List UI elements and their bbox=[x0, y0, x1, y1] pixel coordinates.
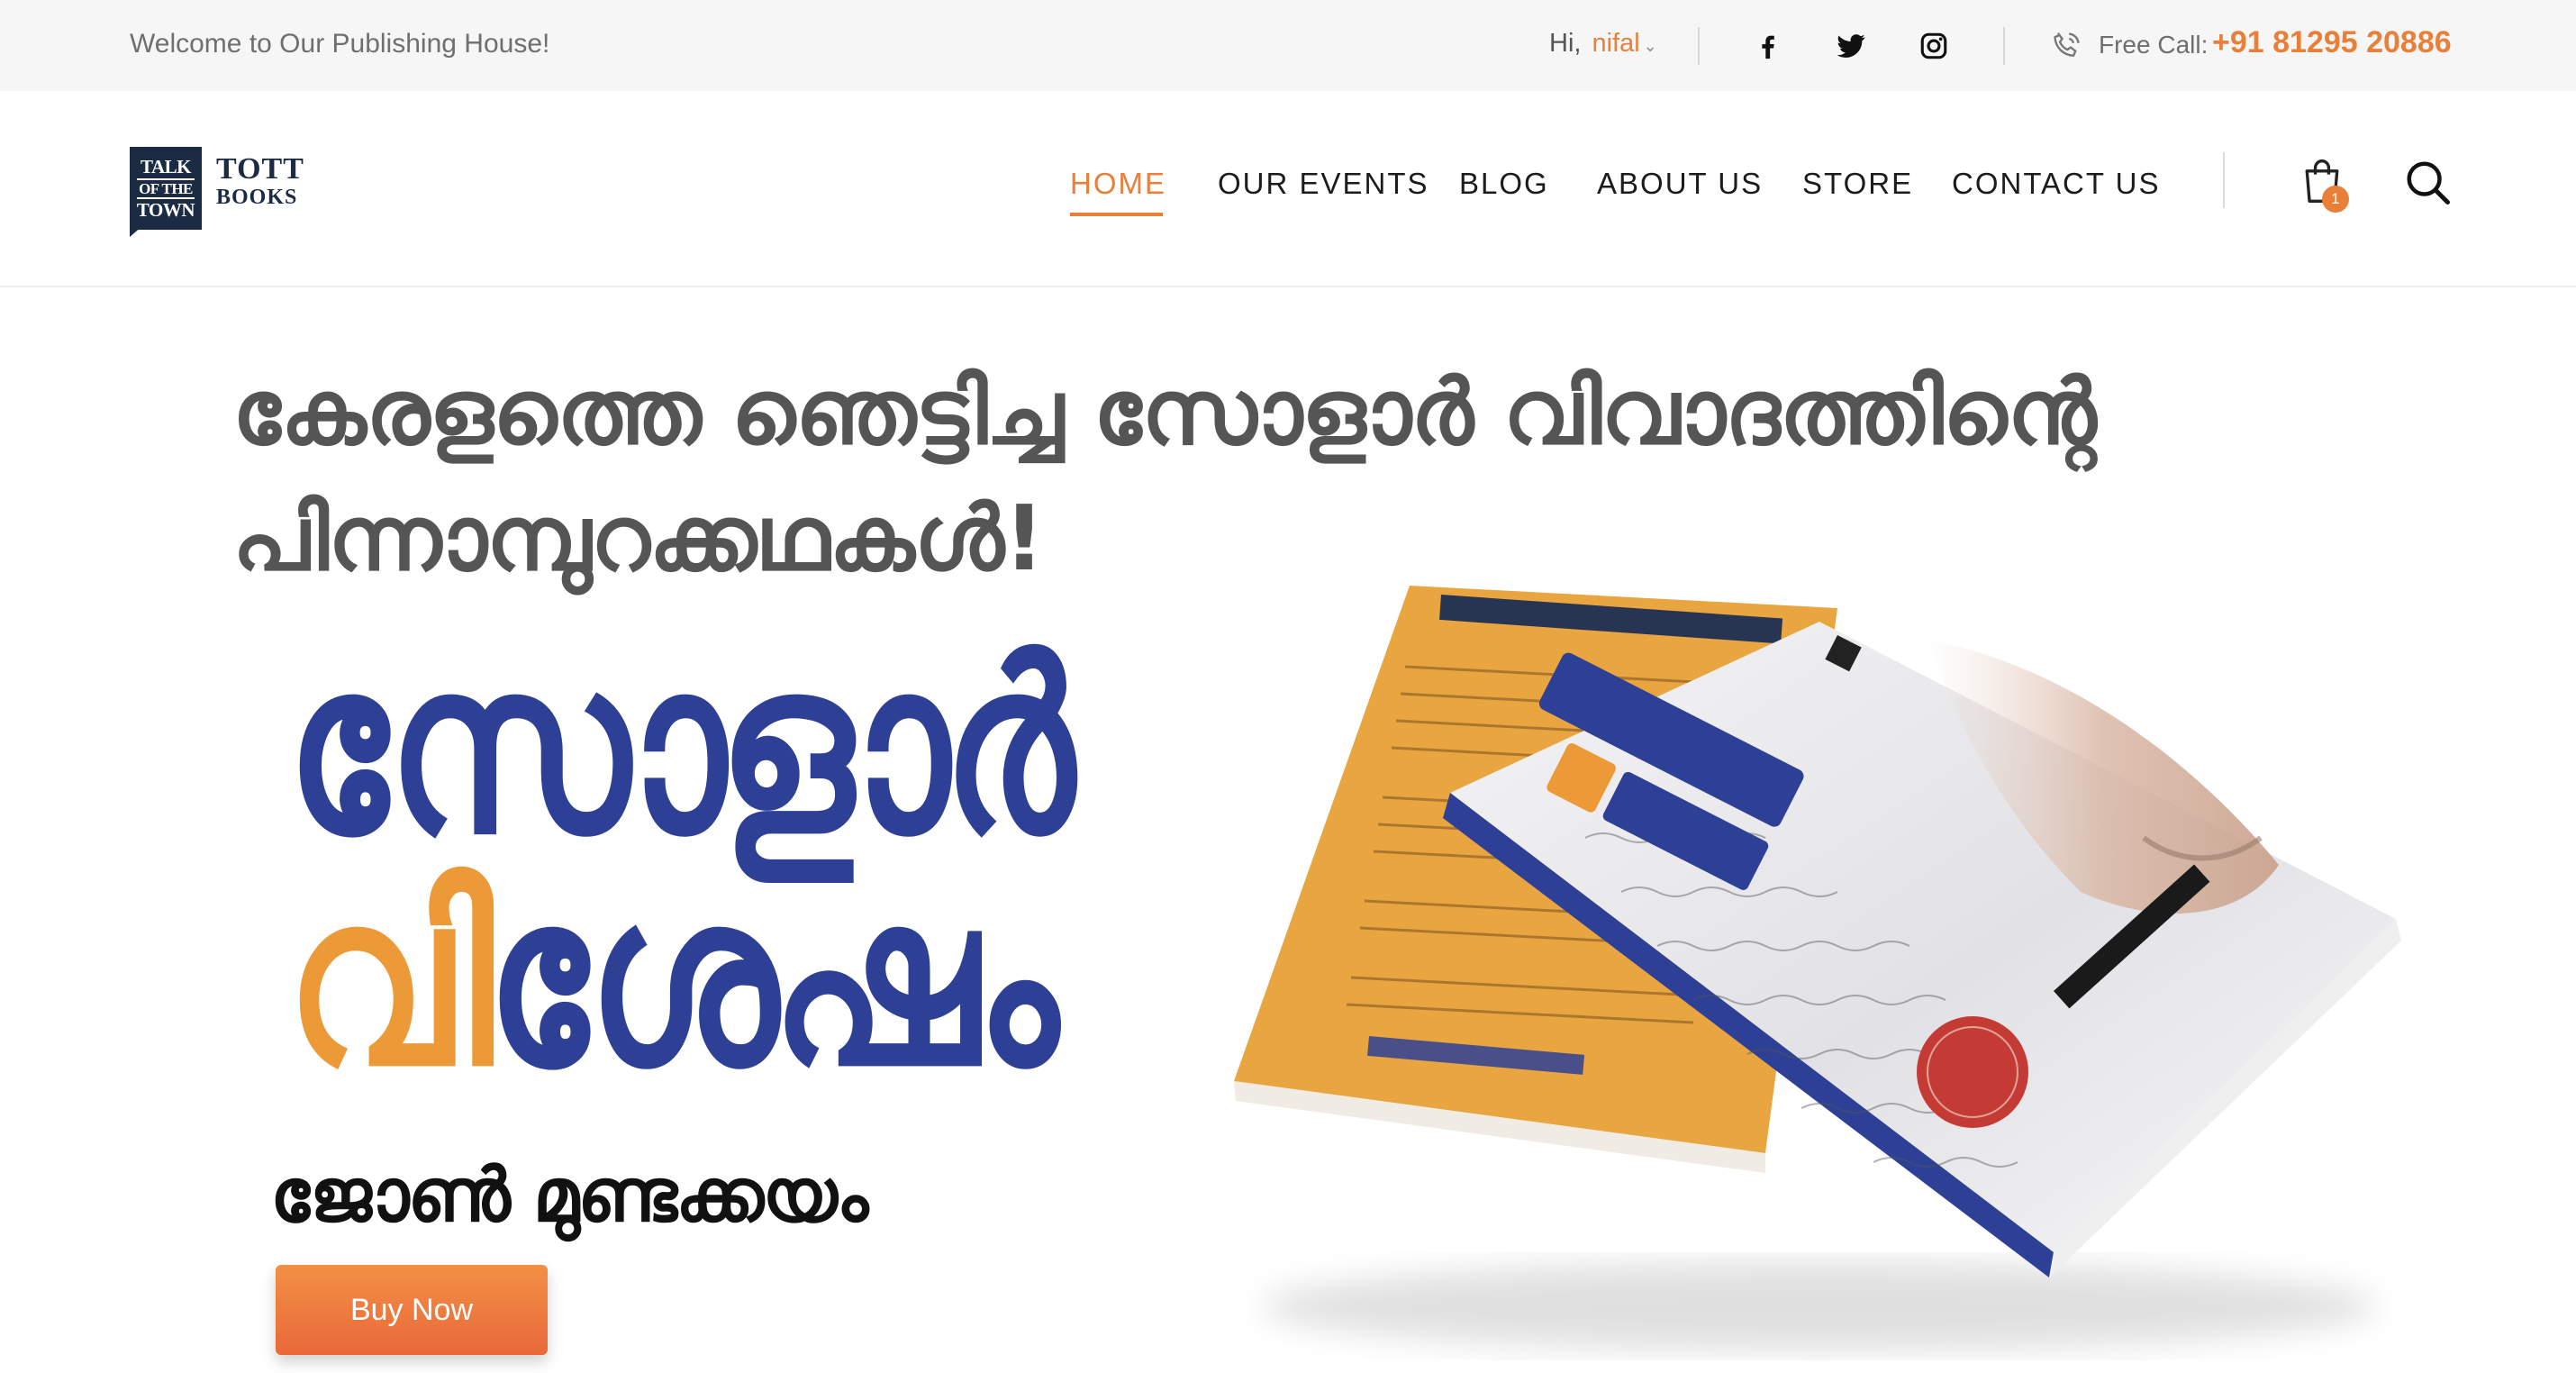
nav-blog[interactable]: BLOG bbox=[1459, 167, 1549, 201]
user-greeting[interactable]: Hi, nifal ⌄ bbox=[1549, 29, 1657, 59]
divider bbox=[2003, 27, 2005, 65]
divider bbox=[1698, 27, 1700, 65]
logo-line: TALK bbox=[141, 155, 191, 177]
username-link[interactable]: nifal bbox=[1592, 29, 1639, 58]
instagram-icon[interactable] bbox=[1913, 25, 1955, 67]
nav-contact-us[interactable]: CONTACT US bbox=[1952, 167, 2160, 201]
chevron-down-icon: ⌄ bbox=[1643, 37, 1657, 55]
cart-count-badge: 1 bbox=[2322, 186, 2349, 213]
book-title-line2: വിശേഷം bbox=[286, 862, 1058, 1100]
search-icon[interactable] bbox=[2403, 158, 2452, 206]
greeting-text: Hi, bbox=[1549, 29, 1582, 58]
buy-now-button[interactable]: Buy Now bbox=[276, 1265, 548, 1355]
free-call-label: Free Call: bbox=[2099, 31, 2209, 59]
book-title-line1: സോളാർ bbox=[286, 610, 1075, 887]
book-mockup-image bbox=[1234, 586, 2401, 1351]
divider bbox=[2223, 152, 2225, 208]
welcome-message: Welcome to Our Publishing House! bbox=[130, 29, 550, 59]
nav-home[interactable]: HOME bbox=[1070, 167, 1166, 201]
top-bar: Welcome to Our Publishing House! Hi, nifa… bbox=[0, 0, 2576, 91]
nav-store[interactable]: STORE bbox=[1802, 167, 1913, 201]
phone-number-link[interactable]: +91 81295 20886 bbox=[2212, 25, 2452, 60]
logo[interactable]: TALK OF THE TOWN bbox=[130, 147, 202, 230]
main-header: TALK OF THE TOWN TOTT BOOKS HOME OUR EVE… bbox=[0, 91, 2576, 287]
logo-line: OF THE bbox=[137, 177, 195, 199]
nav-our-events[interactable]: OUR EVENTS bbox=[1218, 167, 1429, 201]
hero-headline-line1: കേരളത്തെ ഞെട്ടിച്ച സോളാർ വിവാദത്തിന്റെ bbox=[232, 359, 2097, 465]
logo-line: TOWN bbox=[136, 198, 195, 221]
logo-subname: BOOKS bbox=[216, 186, 298, 209]
facebook-icon[interactable] bbox=[1747, 25, 1789, 67]
active-nav-indicator bbox=[1070, 213, 1163, 216]
phone-icon bbox=[2054, 32, 2080, 57]
logo-name: TOTT bbox=[216, 152, 304, 186]
book-title-accent: വി bbox=[286, 842, 494, 1119]
logo-tail bbox=[130, 226, 142, 237]
logo-wordmark[interactable]: TOTT BOOKS bbox=[216, 152, 304, 209]
twitter-icon[interactable] bbox=[1830, 25, 1872, 67]
nav-about-us[interactable]: ABOUT US bbox=[1597, 167, 1763, 201]
book-title-rest: ശേഷം bbox=[485, 842, 1058, 1119]
author-name: ജോൺ മുണ്ടക്കയം bbox=[270, 1153, 868, 1239]
